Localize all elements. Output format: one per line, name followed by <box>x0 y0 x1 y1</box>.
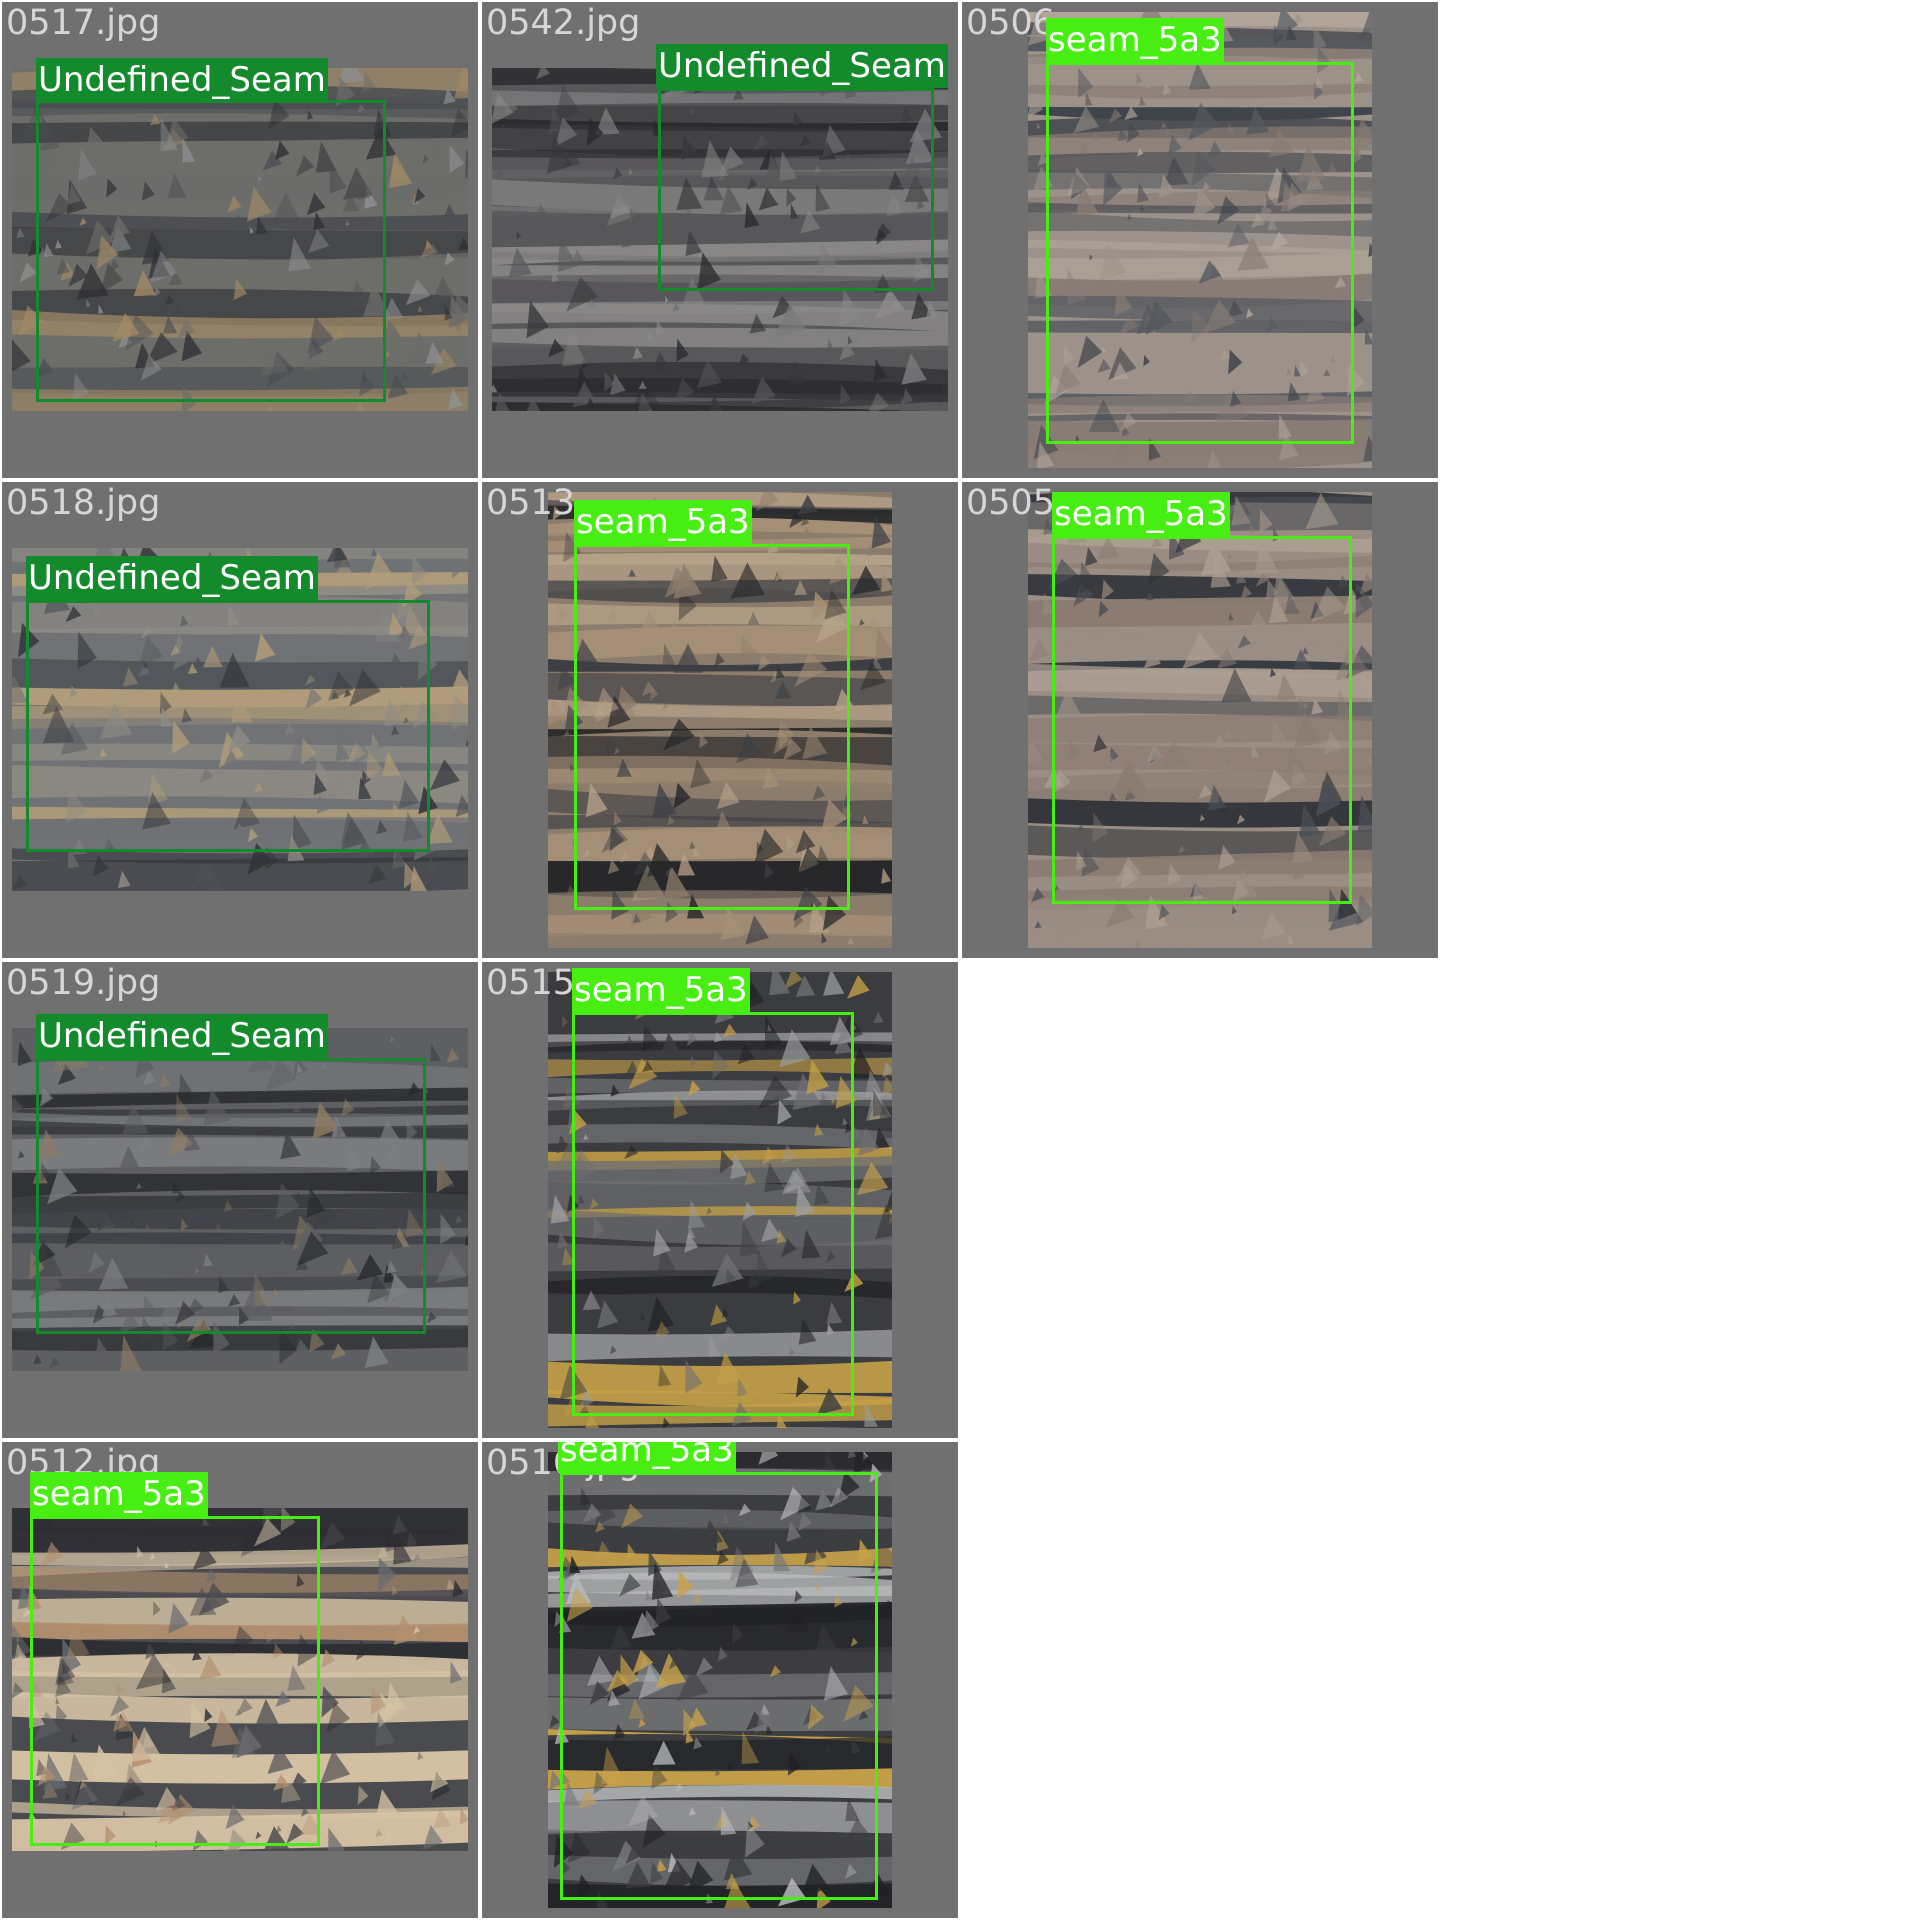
class-label: seam_5a3 <box>1046 18 1224 62</box>
bounding-box <box>26 600 430 852</box>
filename-label: 0517.jpg <box>6 3 161 43</box>
image-tile-0542: 0542.jpg Undefined_Seam <box>482 2 958 478</box>
bounding-box <box>36 1058 426 1334</box>
filename-label: 0506 <box>966 3 1056 43</box>
bounding-box <box>30 1516 320 1846</box>
image-tile-0506: 0506 seam_5a3 <box>962 2 1438 478</box>
filename-label: 0542.jpg <box>486 3 641 43</box>
class-label: Undefined_Seam <box>36 58 328 102</box>
bounding-box <box>572 1012 854 1416</box>
bounding-box <box>560 1472 878 1900</box>
class-label: seam_5a3 <box>574 500 752 544</box>
class-label: seam_5a3 <box>572 968 750 1012</box>
bounding-box <box>658 88 934 291</box>
image-tile-0513: 0513 seam_5a3 <box>482 482 958 958</box>
image-tile-0515: 0515 seam_5a3 <box>482 962 958 1438</box>
image-tile-0505: 0505 seam_5a3 <box>962 482 1438 958</box>
class-label: Undefined_Seam <box>26 556 318 600</box>
bounding-box <box>1046 62 1354 444</box>
filename-label: 0513 <box>486 483 576 523</box>
filename-label: 0515 <box>486 963 576 1003</box>
image-tile-0518: 0518.jpg Undefined_Seam <box>2 482 478 958</box>
filename-label: 0505 <box>966 483 1056 523</box>
class-label: seam_5a3 <box>30 1472 208 1516</box>
class-label: seam_5a3 <box>558 1442 736 1472</box>
filename-label: 0518.jpg <box>6 483 161 523</box>
filename-label: 0519.jpg <box>6 963 161 1003</box>
class-label: Undefined_Seam <box>656 44 948 88</box>
image-tile-0512: 0512.jpg seam_5a3 <box>2 1442 478 1918</box>
image-tile-0516: 0516.jpg seam_5a3 <box>482 1442 958 1918</box>
bounding-box <box>36 100 386 402</box>
bounding-box <box>574 544 850 910</box>
class-label: Undefined_Seam <box>36 1014 328 1058</box>
bounding-box <box>1052 536 1352 904</box>
image-tile-0517: 0517.jpg Undefined_Seam <box>2 2 478 478</box>
class-label: seam_5a3 <box>1052 492 1230 536</box>
image-tile-0519: 0519.jpg Undefined_Seam <box>2 962 478 1438</box>
